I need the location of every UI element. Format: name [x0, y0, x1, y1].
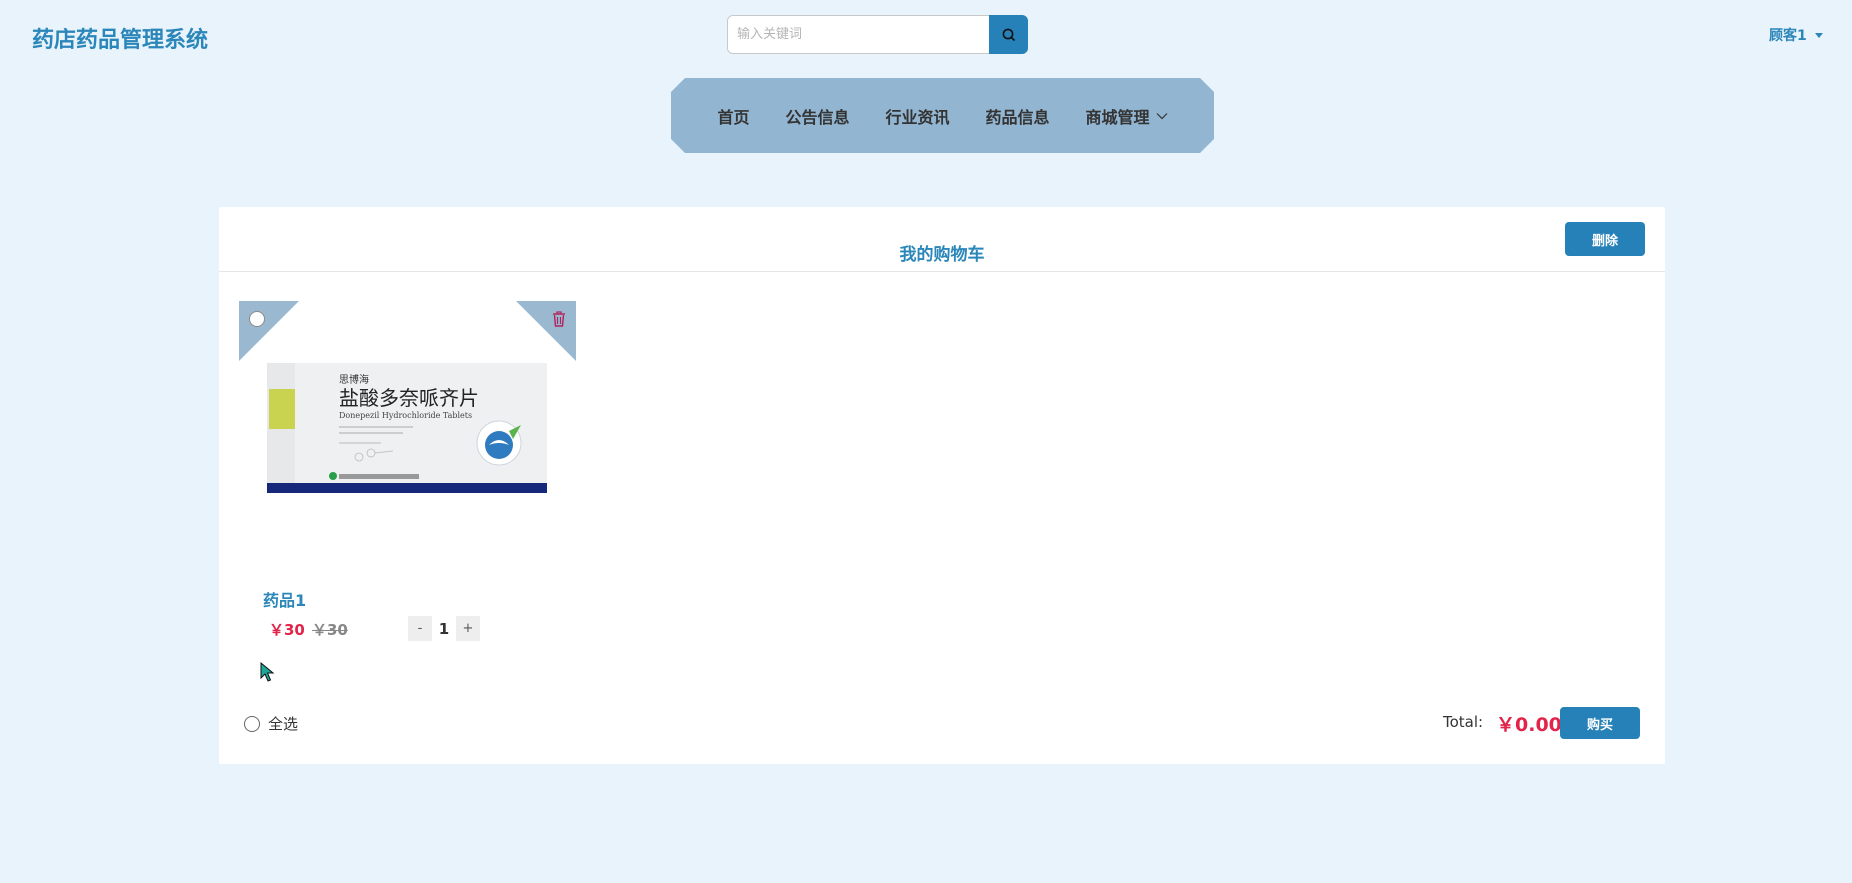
item-select-radio[interactable] [249, 311, 265, 327]
nav-item-announcements[interactable]: 公告信息 [767, 104, 867, 128]
nav-item-drug-info[interactable]: 药品信息 [968, 104, 1068, 128]
cart-card: 我的购物车 删除 思博海 盐酸多奈哌齐片 Donepezil Hydrochlo… [219, 207, 1665, 764]
mouse-cursor-icon [260, 662, 274, 682]
product-price: ￥30 [269, 621, 305, 639]
site-logo: 药店药品管理系统 [32, 28, 209, 53]
quantity-input[interactable] [432, 616, 456, 641]
select-all-radio[interactable] [244, 715, 260, 732]
select-all-label: 全选 [268, 715, 299, 733]
buy-button[interactable]: 购买 [1560, 707, 1640, 739]
product-image-name-en: Donepezil Hydrochloride Tablets [339, 411, 472, 420]
nav-item-mall-management[interactable]: 商城管理 [1068, 104, 1186, 128]
quantity-decrease-button[interactable]: - [408, 616, 432, 641]
trash-icon[interactable] [552, 311, 566, 327]
nav-item-home[interactable]: 首页 [699, 104, 767, 128]
delete-button[interactable]: 删除 [1565, 222, 1645, 256]
chevron-down-icon [1156, 112, 1168, 120]
item-select-corner [239, 301, 299, 361]
main-nav: 首页 公告信息 行业资讯 药品信息 商城管理 [671, 78, 1214, 153]
search-input[interactable] [728, 16, 990, 53]
product-name[interactable]: 药品1 [263, 587, 306, 611]
quantity-increase-button[interactable]: + [456, 616, 480, 641]
caret-down-icon [1814, 32, 1823, 38]
quantity-stepper: - + [408, 616, 480, 641]
item-delete-corner [516, 301, 576, 361]
user-name: 顾客1 [1769, 28, 1807, 44]
product-old-price: ￥30 [312, 621, 348, 639]
search-button[interactable] [989, 15, 1028, 54]
total-label: Total: [1443, 713, 1484, 731]
search-box [727, 15, 1028, 54]
product-image-brand: 思博海 [339, 373, 369, 386]
cart-item: 思博海 盐酸多奈哌齐片 Donepezil Hydrochloride Tabl… [239, 301, 576, 531]
cart-header: 我的购物车 删除 [219, 207, 1665, 272]
product-image: 思博海 盐酸多奈哌齐片 Donepezil Hydrochloride Tabl… [263, 361, 553, 499]
total-value: ￥0.00 [1496, 714, 1562, 736]
user-menu[interactable]: 顾客1 [1769, 25, 1823, 45]
nav-item-industry-news[interactable]: 行业资讯 [867, 104, 967, 128]
cart-title: 我的购物车 [899, 245, 985, 265]
select-all-toggle[interactable]: 全选 [244, 713, 298, 734]
product-image-name-cn: 盐酸多奈哌齐片 [339, 386, 479, 410]
search-icon [1002, 28, 1015, 41]
